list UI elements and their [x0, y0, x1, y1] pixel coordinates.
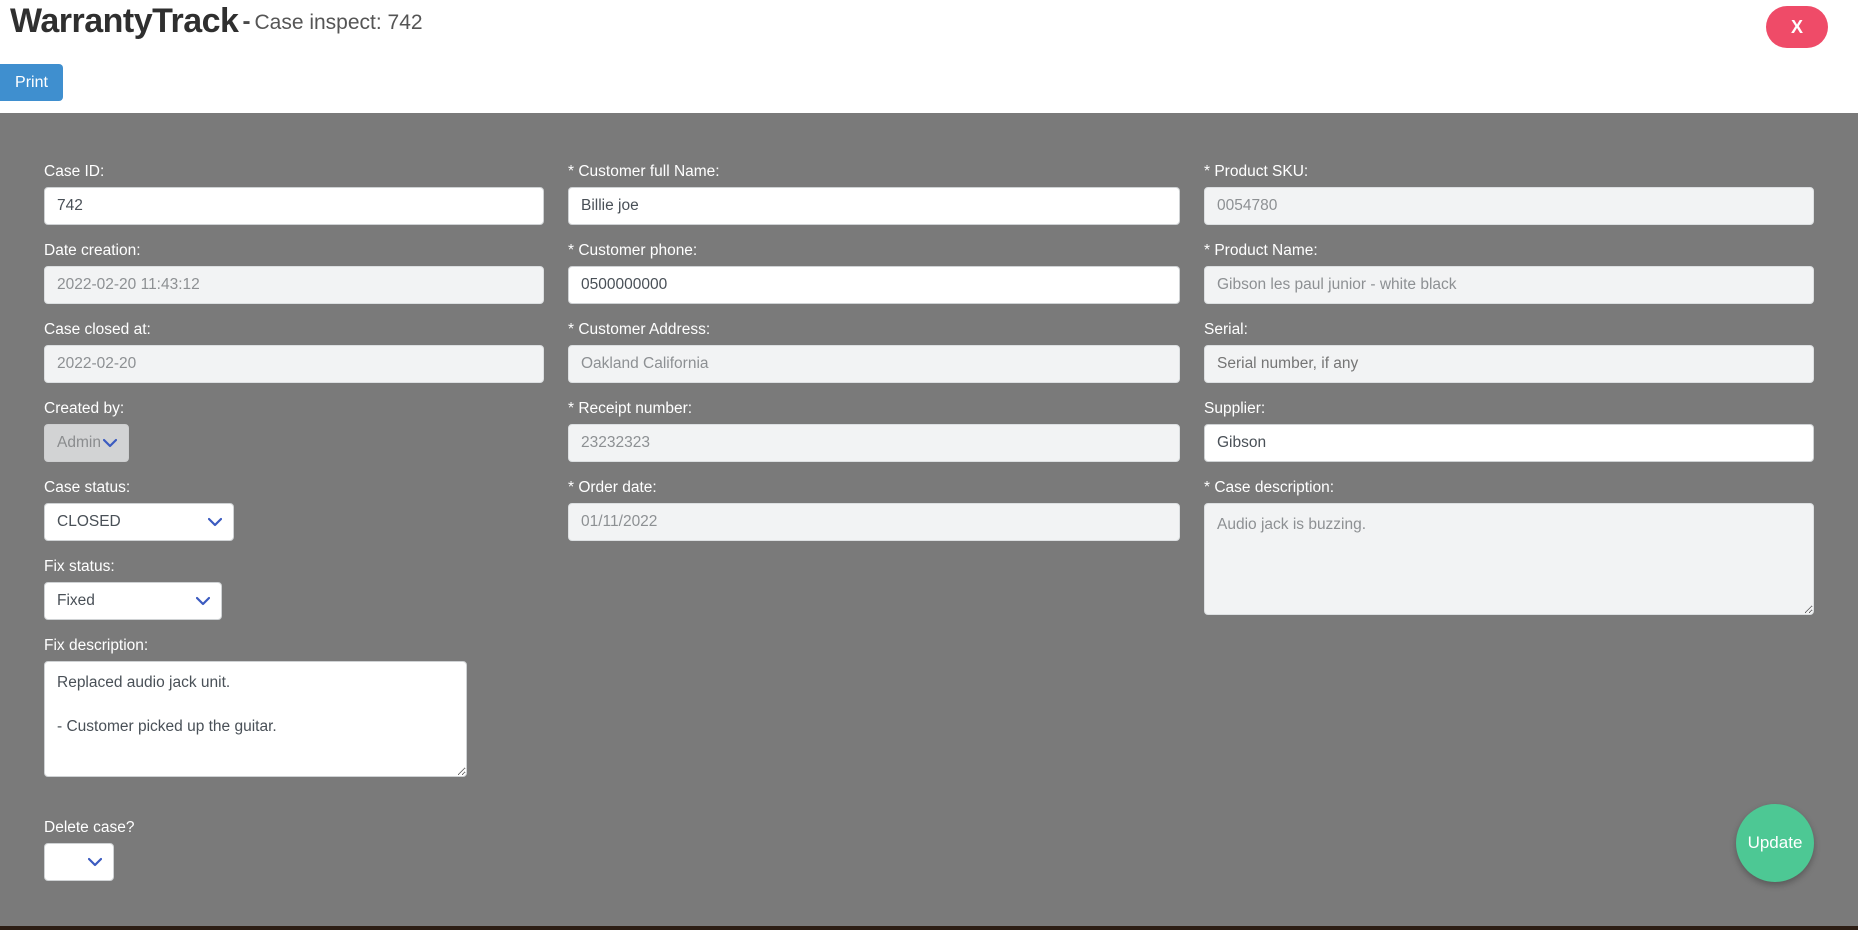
product-name-label: * Product Name: [1204, 242, 1318, 259]
case-description-label: * Case description: [1204, 479, 1335, 496]
delete-case-label: Delete case? [44, 819, 135, 836]
product-sku-input[interactable] [1204, 187, 1814, 225]
serial-input[interactable] [1204, 345, 1814, 383]
print-button[interactable]: Print [0, 64, 63, 101]
field-created-by: Created by: Admin [44, 400, 544, 462]
field-customer-name: * Customer full Name: [568, 163, 1180, 225]
customer-phone-label: * Customer phone: [568, 242, 698, 259]
update-button[interactable]: Update [1736, 804, 1814, 882]
case-description-textarea[interactable]: Audio jack is buzzing. [1204, 503, 1814, 615]
receipt-number-label: * Receipt number: [568, 400, 693, 417]
case-form: Case ID: Date creation: Case closed at: … [0, 113, 1858, 930]
left-column: Case ID: Date creation: Case closed at: … [44, 163, 544, 903]
case-status-label: Case status: [44, 479, 131, 496]
app-header: WarrantyTrack - Case inspect: 742 Print X [0, 0, 1858, 113]
fix-status-select[interactable]: Fixed [44, 582, 222, 620]
case-status-select[interactable]: CLOSED [44, 503, 234, 541]
field-product-sku: * Product SKU: [1204, 163, 1814, 225]
customer-name-input[interactable] [568, 187, 1180, 225]
created-by-select-wrap[interactable]: Admin [44, 424, 129, 462]
right-column: * Product SKU: * Product Name: Serial: S… [1204, 163, 1814, 632]
page-subtitle: Case inspect: 742 [254, 11, 423, 34]
app-brand-name: WarrantyTrack [10, 2, 239, 40]
field-customer-phone: * Customer phone: [568, 242, 1180, 304]
fix-description-label: Fix description: [44, 637, 149, 654]
fix-description-textarea[interactable]: Replaced audio jack unit. - Customer pic… [44, 661, 467, 777]
customer-address-input[interactable] [568, 345, 1180, 383]
product-name-input[interactable] [1204, 266, 1814, 304]
delete-case-select[interactable] [44, 843, 114, 881]
case-closed-at-input[interactable] [44, 345, 544, 383]
created-by-label: Created by: [44, 400, 125, 417]
field-receipt-number: * Receipt number: [568, 400, 1180, 462]
field-case-id: Case ID: [44, 163, 544, 225]
case-id-label: Case ID: [44, 163, 105, 180]
field-customer-address: * Customer Address: [568, 321, 1180, 383]
field-case-description: * Case description: Audio jack is buzzin… [1204, 479, 1814, 615]
page-title: WarrantyTrack - Case inspect: 742 [10, 2, 423, 41]
case-closed-at-label: Case closed at: [44, 321, 151, 338]
customer-phone-input[interactable] [568, 266, 1180, 304]
field-serial: Serial: [1204, 321, 1814, 383]
supplier-input[interactable] [1204, 424, 1814, 462]
close-button[interactable]: X [1766, 6, 1828, 48]
date-creation-label: Date creation: [44, 242, 141, 259]
case-status-select-wrap[interactable]: CLOSED [44, 503, 234, 541]
field-fix-description: Fix description: Replaced audio jack uni… [44, 637, 544, 777]
field-fix-status: Fix status: Fixed [44, 558, 544, 620]
order-date-input[interactable] [568, 503, 1180, 541]
serial-label: Serial: [1204, 321, 1248, 338]
field-date-creation: Date creation: [44, 242, 544, 304]
receipt-number-input[interactable] [568, 424, 1180, 462]
fix-status-label: Fix status: [44, 558, 115, 575]
field-product-name: * Product Name: [1204, 242, 1814, 304]
field-case-closed-at: Case closed at: [44, 321, 544, 383]
delete-case-select-wrap[interactable] [44, 843, 114, 881]
fix-status-select-wrap[interactable]: Fixed [44, 582, 222, 620]
date-creation-input[interactable] [44, 266, 544, 304]
order-date-label: * Order date: [568, 479, 657, 496]
bottom-strip [0, 926, 1858, 930]
case-id-input[interactable] [44, 187, 544, 225]
customer-name-label: * Customer full Name: [568, 163, 720, 180]
field-case-status: Case status: CLOSED [44, 479, 544, 541]
field-supplier: Supplier: [1204, 400, 1814, 462]
title-separator: - [242, 8, 251, 35]
product-sku-label: * Product SKU: [1204, 163, 1309, 180]
supplier-label: Supplier: [1204, 400, 1266, 417]
middle-column: * Customer full Name: * Customer phone: … [568, 163, 1180, 558]
field-delete-case: Delete case? [44, 819, 544, 886]
field-order-date: * Order date: [568, 479, 1180, 541]
customer-address-label: * Customer Address: [568, 321, 711, 338]
created-by-select: Admin [44, 424, 129, 462]
